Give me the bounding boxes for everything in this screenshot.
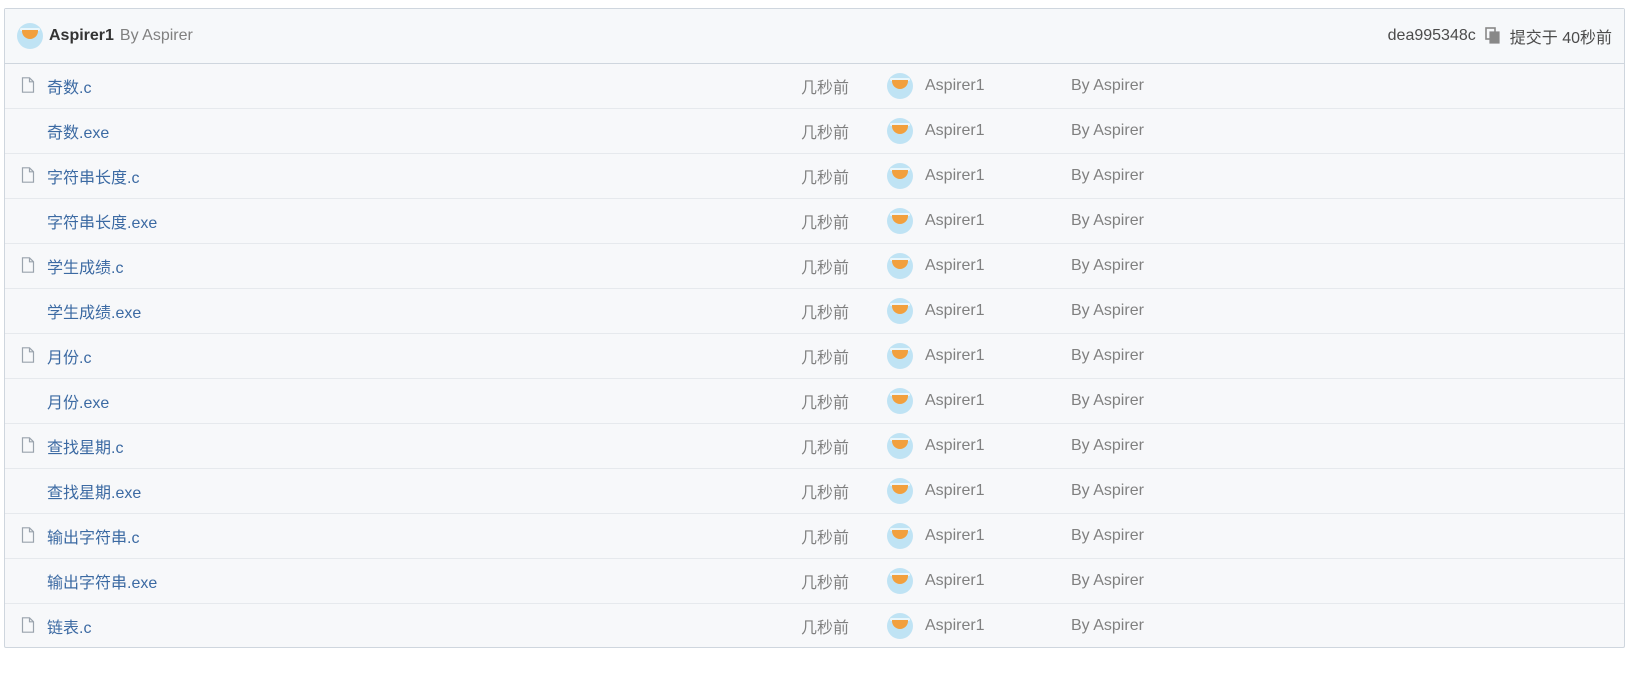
file-by: By Aspirer — [1071, 347, 1144, 364]
file-row[interactable]: 月份.exe 几秒前 Aspirer1 By Aspirer — [5, 379, 1624, 424]
file-author[interactable]: Aspirer1 — [925, 617, 985, 635]
file-icon — [21, 347, 35, 363]
avatar[interactable] — [17, 23, 43, 49]
file-time: 几秒前 — [801, 619, 850, 637]
commit-by: By Aspirer — [119, 27, 193, 44]
copy-icon[interactable] — [1484, 27, 1502, 45]
file-name-link[interactable]: 字符串长度.c — [47, 164, 139, 188]
avatar[interactable] — [887, 73, 913, 99]
file-time: 几秒前 — [801, 485, 850, 502]
file-by: By Aspirer — [1071, 437, 1144, 454]
file-name-link[interactable]: 链表.c — [47, 614, 91, 638]
file-author[interactable]: Aspirer1 — [925, 572, 985, 590]
file-time: 几秒前 — [801, 305, 850, 322]
file-by: By Aspirer — [1071, 257, 1144, 274]
file-time: 几秒前 — [801, 80, 850, 97]
avatar[interactable] — [887, 568, 913, 594]
file-author[interactable]: Aspirer1 — [925, 212, 985, 230]
file-time: 几秒前 — [801, 215, 850, 232]
file-time: 几秒前 — [801, 350, 850, 367]
file-time: 几秒前 — [801, 440, 850, 457]
file-row[interactable]: 链表.c 几秒前 Aspirer1 By Aspirer — [5, 604, 1624, 647]
file-name-link[interactable]: 输出字符串.exe — [47, 569, 157, 593]
commit-info: dea995348c 提交于 40秒前 — [1388, 24, 1612, 48]
file-author[interactable]: Aspirer1 — [925, 257, 985, 275]
file-author[interactable]: Aspirer1 — [925, 482, 985, 500]
file-row[interactable]: 月份.c 几秒前 Aspirer1 By Aspirer — [5, 334, 1624, 379]
avatar[interactable] — [887, 433, 913, 459]
avatar[interactable] — [887, 388, 913, 414]
commit-author[interactable]: Aspirer1 — [49, 27, 114, 45]
file-row[interactable]: 学生成绩.exe 几秒前 Aspirer1 By Aspirer — [5, 289, 1624, 334]
avatar[interactable] — [887, 253, 913, 279]
file-author[interactable]: Aspirer1 — [925, 302, 985, 320]
latest-commit-header: Aspirer1 By Aspirer dea995348c 提交于 40秒前 — [5, 9, 1624, 64]
avatar[interactable] — [887, 208, 913, 234]
file-name-link[interactable]: 学生成绩.c — [47, 254, 123, 278]
file-row[interactable]: 字符串长度.exe 几秒前 Aspirer1 By Aspirer — [5, 199, 1624, 244]
file-author[interactable]: Aspirer1 — [925, 437, 985, 455]
file-name-link[interactable]: 查找星期.c — [47, 434, 123, 458]
avatar[interactable] — [887, 118, 913, 144]
commit-hash[interactable]: dea995348c — [1388, 27, 1476, 45]
file-by: By Aspirer — [1071, 302, 1144, 319]
file-by: By Aspirer — [1071, 77, 1144, 94]
file-author[interactable]: Aspirer1 — [925, 392, 985, 410]
file-row[interactable]: 输出字符串.c 几秒前 Aspirer1 By Aspirer — [5, 514, 1624, 559]
avatar[interactable] — [887, 478, 913, 504]
file-time: 几秒前 — [801, 395, 850, 412]
file-icon — [21, 617, 35, 633]
file-row[interactable]: 字符串长度.c 几秒前 Aspirer1 By Aspirer — [5, 154, 1624, 199]
file-time: 几秒前 — [801, 260, 850, 277]
file-by: By Aspirer — [1071, 167, 1144, 184]
avatar[interactable] — [887, 163, 913, 189]
avatar[interactable] — [887, 613, 913, 639]
file-name-link[interactable]: 月份.exe — [47, 389, 109, 413]
file-row[interactable]: 输出字符串.exe 几秒前 Aspirer1 By Aspirer — [5, 559, 1624, 604]
file-author[interactable]: Aspirer1 — [925, 527, 985, 545]
file-icon — [21, 437, 35, 453]
file-name-link[interactable]: 查找星期.exe — [47, 479, 141, 503]
file-by: By Aspirer — [1071, 572, 1144, 589]
file-by: By Aspirer — [1071, 482, 1144, 499]
file-author[interactable]: Aspirer1 — [925, 167, 985, 185]
file-name-link[interactable]: 奇数.exe — [47, 119, 109, 143]
file-by: By Aspirer — [1071, 527, 1144, 544]
file-row[interactable]: 查找星期.c 几秒前 Aspirer1 By Aspirer — [5, 424, 1624, 469]
file-author[interactable]: Aspirer1 — [925, 77, 985, 95]
file-icon — [21, 167, 35, 183]
avatar[interactable] — [887, 343, 913, 369]
file-name-link[interactable]: 奇数.c — [47, 74, 91, 98]
file-row[interactable]: 奇数.exe 几秒前 Aspirer1 By Aspirer — [5, 109, 1624, 154]
file-time: 几秒前 — [801, 125, 850, 142]
file-name-link[interactable]: 输出字符串.c — [47, 524, 139, 548]
file-time: 几秒前 — [801, 575, 850, 592]
file-author[interactable]: Aspirer1 — [925, 122, 985, 140]
avatar[interactable] — [887, 298, 913, 324]
file-time: 几秒前 — [801, 170, 850, 187]
file-name-link[interactable]: 月份.c — [47, 344, 91, 368]
file-time: 几秒前 — [801, 530, 850, 547]
commit-time: 提交于 40秒前 — [1509, 30, 1612, 47]
avatar[interactable] — [887, 523, 913, 549]
file-icon — [21, 77, 35, 93]
file-list-panel: Aspirer1 By Aspirer dea995348c 提交于 40秒前 … — [4, 8, 1625, 648]
file-name-link[interactable]: 字符串长度.exe — [47, 209, 157, 233]
file-by: By Aspirer — [1071, 122, 1144, 139]
file-row[interactable]: 查找星期.exe 几秒前 Aspirer1 By Aspirer — [5, 469, 1624, 514]
file-icon — [21, 257, 35, 273]
file-icon — [21, 527, 35, 543]
file-by: By Aspirer — [1071, 616, 1144, 634]
file-rows: 奇数.c 几秒前 Aspirer1 By Aspirer 奇数.exe 几秒前 … — [5, 64, 1624, 647]
file-name-link[interactable]: 学生成绩.exe — [47, 299, 141, 323]
file-row[interactable]: 奇数.c 几秒前 Aspirer1 By Aspirer — [5, 64, 1624, 109]
file-by: By Aspirer — [1071, 212, 1144, 229]
file-by: By Aspirer — [1071, 392, 1144, 409]
file-row[interactable]: 学生成绩.c 几秒前 Aspirer1 By Aspirer — [5, 244, 1624, 289]
file-author[interactable]: Aspirer1 — [925, 347, 985, 365]
